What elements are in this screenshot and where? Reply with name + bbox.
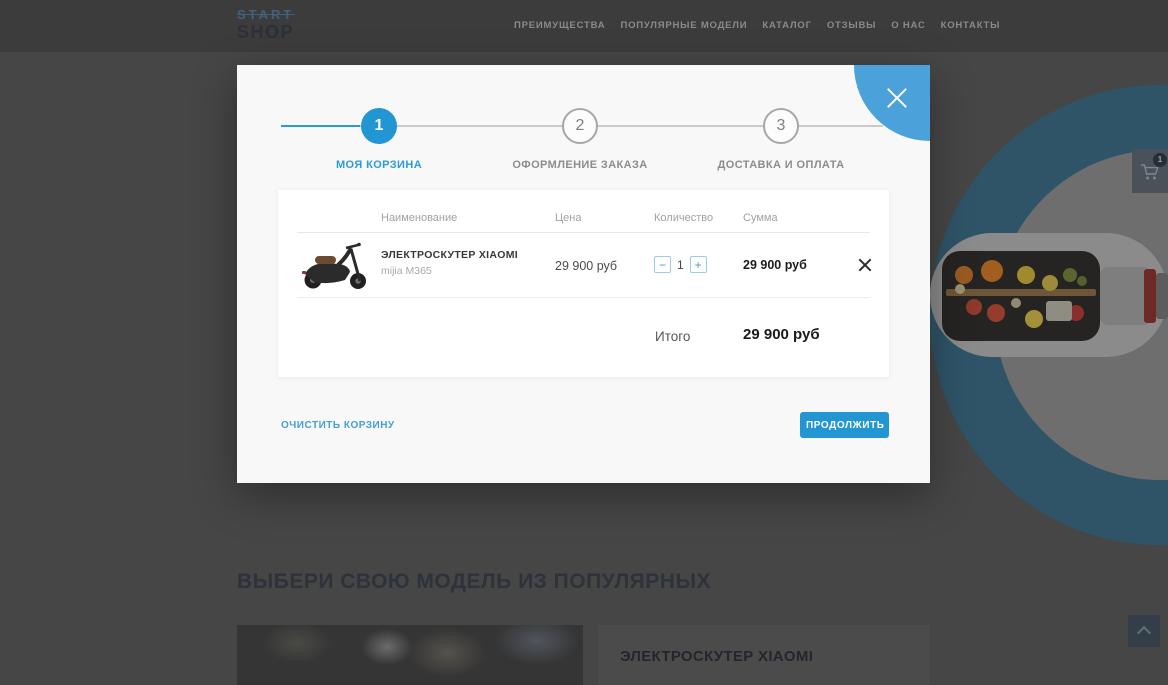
main-nav: ПРЕИМУЩЕСТВА ПОПУЛЯРНЫЕ МОДЕЛИ КАТАЛОГ О… (514, 20, 1000, 31)
cart-table: Наименование Цена Количество Сумма ЭЛЕКТ… (278, 190, 889, 377)
logo-line-shop: SHOP (237, 23, 294, 43)
popular-model-info-card[interactable]: ЭЛЕКТРОСКУТЕР XIAOMI (598, 625, 930, 685)
hero-product-image (930, 225, 1168, 365)
product-subname: mijia M365 (381, 265, 432, 277)
cart-modal: 1 2 3 МОЯ КОРЗИНА ОФОРМЛЕНИЕ ЗАКАЗА ДОСТ… (237, 65, 930, 483)
column-header-name: Наименование (381, 212, 457, 224)
total-label: Итого (655, 329, 690, 344)
step-3-circle[interactable]: 3 (763, 108, 799, 144)
cart-count-badge: 1 (1153, 153, 1167, 167)
continue-button[interactable]: ПРОДОЛЖИТЬ (800, 412, 889, 438)
scroll-to-top-button[interactable] (1128, 615, 1160, 647)
column-header-price: Цена (555, 212, 581, 224)
column-header-sum: Сумма (743, 212, 778, 224)
header-cart-button[interactable]: 1 (1132, 149, 1168, 193)
stepper-line-active (281, 125, 360, 127)
quantity-stepper: − 1 + (654, 256, 707, 273)
column-header-quantity: Количество (654, 212, 713, 224)
table-divider (297, 297, 870, 298)
step-2-circle[interactable]: 2 (562, 108, 598, 144)
popular-models-title: ВЫБЕРИ СВОЮ МОДЕЛЬ ИЗ ПОПУЛЯРНЫХ (237, 570, 711, 594)
product-name: ЭЛЕКТРОСКУТЕР XIAOMI (381, 249, 518, 261)
nav-item-advantages[interactable]: ПРЕИМУЩЕСТВА (514, 20, 605, 31)
nav-item-catalog[interactable]: КАТАЛОГ (762, 20, 811, 31)
quantity-plus-button[interactable]: + (690, 256, 707, 273)
nav-item-popular-models[interactable]: ПОПУЛЯРНЫЕ МОДЕЛИ (620, 20, 747, 31)
nav-item-reviews[interactable]: ОТЗЫВЫ (827, 20, 876, 31)
product-thumbnail-scooter[interactable] (298, 240, 374, 290)
step-1-label: МОЯ КОРЗИНА (336, 159, 422, 171)
close-button[interactable] (883, 84, 911, 112)
nav-item-about[interactable]: О НАС (891, 20, 925, 31)
product-price: 29 900 руб (555, 259, 617, 273)
step-3-label: ДОСТАВКА И ОПЛАТА (718, 159, 845, 171)
chevron-up-icon (1137, 626, 1151, 640)
checkout-stepper: 1 2 3 МОЯ КОРЗИНА ОФОРМЛЕНИЕ ЗАКАЗА ДОСТ… (281, 106, 883, 184)
clear-cart-link[interactable]: ОЧИСТИТЬ КОРЗИНУ (281, 420, 395, 431)
remove-item-button[interactable] (856, 256, 873, 273)
quantity-value: 1 (677, 258, 684, 272)
product-sum: 29 900 руб (743, 258, 807, 272)
table-divider (297, 232, 870, 233)
total-value: 29 900 руб (743, 326, 820, 343)
logo-line-start: START (237, 8, 294, 22)
popular-model-photo-card[interactable] (237, 625, 583, 685)
step-2-label: ОФОРМЛЕНИЕ ЗАКАЗА (512, 159, 647, 171)
site-logo[interactable]: START SHOP (237, 8, 294, 43)
step-1-circle[interactable]: 1 (361, 108, 397, 144)
nav-item-contacts[interactable]: КОНТАКТЫ (941, 20, 1001, 31)
quantity-minus-button[interactable]: − (654, 256, 671, 273)
